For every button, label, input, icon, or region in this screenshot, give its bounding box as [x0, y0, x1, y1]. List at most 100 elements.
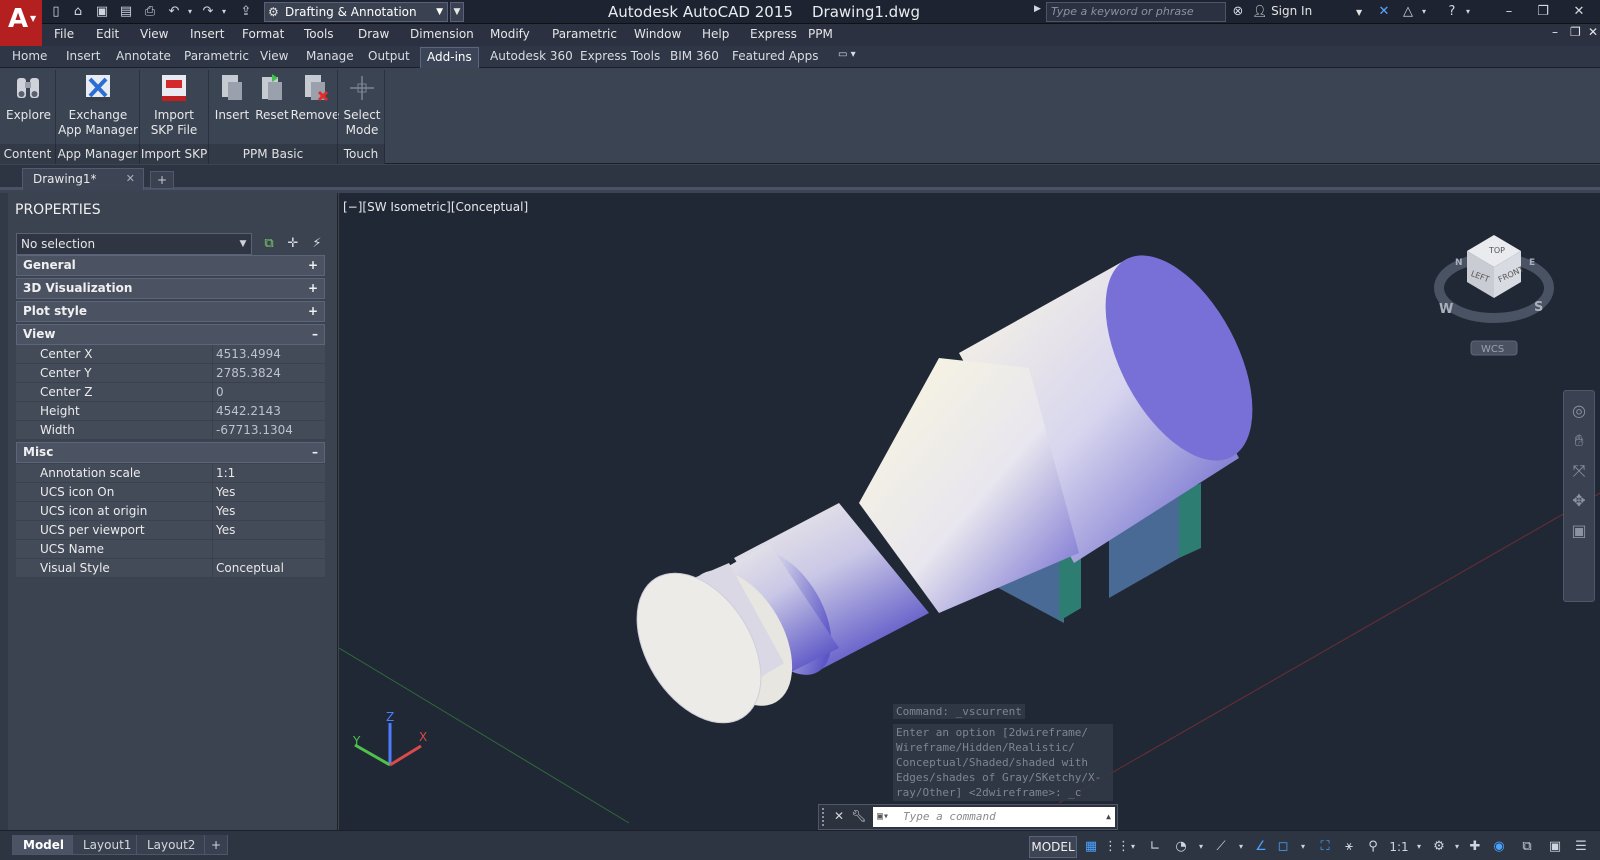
menu-ppm[interactable]: PPM: [808, 27, 833, 41]
compass-s[interactable]: S: [1534, 300, 1543, 315]
chevron-down-icon[interactable]: ▾: [1416, 4, 1432, 20]
compass-w[interactable]: W: [1439, 302, 1453, 317]
recent-commands-icon[interactable]: ▣▾: [877, 807, 889, 827]
annotation-visibility-icon[interactable]: ⛶: [1316, 838, 1334, 856]
minimize-icon[interactable]: –: [1494, 2, 1524, 22]
wcs-label[interactable]: WCS: [1481, 344, 1504, 355]
layout-tab-model[interactable]: Model: [12, 835, 76, 855]
binoculars-icon[interactable]: ⊗: [1230, 4, 1246, 20]
menu-format[interactable]: Format: [242, 27, 284, 41]
quick-select-icon[interactable]: ⚡︎: [308, 235, 326, 253]
exchange-icon[interactable]: ✕: [1376, 4, 1392, 20]
search-expand-icon[interactable]: ▶: [1034, 4, 1041, 14]
auto-scale-icon[interactable]: ⚹: [1340, 838, 1358, 856]
workspace-gear-icon[interactable]: ⚙: [1430, 838, 1448, 856]
menu-draw[interactable]: Draw: [358, 27, 389, 41]
palette-title-strip[interactable]: [0, 193, 8, 830]
save-as-icon[interactable]: ▤: [118, 4, 134, 20]
help-icon[interactable]: ?: [1444, 4, 1460, 20]
import-skp-button[interactable]: Import SKP File: [144, 72, 204, 138]
annotation-monitor-icon[interactable]: ✚: [1466, 838, 1484, 856]
menu-modify[interactable]: Modify: [490, 27, 530, 41]
history-up-icon[interactable]: ▲: [1106, 807, 1111, 827]
command-line-grip[interactable]: [822, 808, 826, 826]
prop-row-ucs-per-viewport[interactable]: UCS per viewport Yes: [16, 521, 325, 540]
polar-icon[interactable]: ◔: [1172, 838, 1190, 856]
tab-annotate[interactable]: Annotate: [116, 49, 171, 63]
doc-minimize-icon[interactable]: –: [1552, 25, 1558, 39]
plot-icon[interactable]: ⎙: [142, 4, 158, 20]
save-icon[interactable]: ▣: [94, 4, 110, 20]
close-icon[interactable]: ✕: [126, 169, 135, 189]
open-icon[interactable]: ⌂: [70, 4, 86, 20]
ppm-remove-button[interactable]: Remove: [290, 72, 340, 123]
pan-icon[interactable]: ✋︎: [1569, 431, 1589, 451]
hardware-acceleration-icon[interactable]: ⧉: [1518, 838, 1536, 856]
search-input[interactable]: Type a keyword or phrase: [1046, 2, 1226, 22]
menu-tools[interactable]: Tools: [304, 27, 334, 41]
prop-row-ucs-icon-on[interactable]: UCS icon On Yes: [16, 483, 325, 502]
steering-wheel-icon[interactable]: ◎: [1569, 401, 1589, 421]
orbit-icon[interactable]: ✥: [1569, 491, 1589, 511]
doc-close-icon[interactable]: ✕: [1588, 25, 1598, 39]
category-general[interactable]: General +: [16, 255, 325, 276]
doc-restore-icon[interactable]: ❐: [1570, 25, 1581, 39]
tab-parametric[interactable]: Parametric: [184, 49, 249, 63]
category-plot-style[interactable]: Plot style +: [16, 301, 325, 322]
layout-tab-layout1[interactable]: Layout1: [72, 835, 143, 855]
compass-e[interactable]: E: [1529, 258, 1535, 268]
tab-home[interactable]: Home: [12, 49, 47, 63]
snap-icon[interactable]: ⋮⋮: [1104, 838, 1130, 856]
exchange-app-manager-button[interactable]: Exchange App Manager: [58, 72, 138, 138]
select-mode-button[interactable]: Select Mode: [340, 72, 384, 138]
toggle-pickadd-icon[interactable]: ⧉: [260, 235, 278, 253]
redo-dropdown-icon[interactable]: ▾: [216, 4, 232, 20]
ppm-reset-button[interactable]: Reset: [250, 72, 294, 123]
prop-row-center-x[interactable]: Center X 4513.4994: [16, 345, 325, 364]
prop-row-height[interactable]: Height 4542.2143: [16, 402, 325, 421]
workspace-dropdown[interactable]: ⚙ Drafting & Annotation ▼: [264, 2, 448, 22]
prop-row-width[interactable]: Width -67713.1304: [16, 421, 325, 440]
tab-insert[interactable]: Insert: [66, 49, 100, 63]
tab-add-ins[interactable]: Add-ins: [420, 47, 479, 68]
sign-in-button[interactable]: 👤︎ Sign In ▼: [1252, 4, 1362, 18]
tab-output[interactable]: Output: [368, 49, 410, 63]
viewcube-top[interactable]: TOP: [1488, 246, 1505, 255]
zoom-extents-icon[interactable]: ⤧: [1569, 461, 1589, 481]
model-space-button[interactable]: MODEL: [1029, 836, 1077, 858]
undo-dropdown-icon[interactable]: ▾: [182, 4, 198, 20]
customize-wrench-icon[interactable]: 🔧︎: [851, 809, 867, 823]
compass-n[interactable]: N: [1455, 258, 1463, 268]
annotation-scale-icon[interactable]: ⚲: [1364, 838, 1382, 856]
ribbon-minimize-icon[interactable]: ▭ ▾: [838, 49, 856, 60]
file-tab-drawing1[interactable]: Drawing1* ✕: [22, 168, 144, 190]
menu-express[interactable]: Express: [750, 27, 797, 41]
tab-autodesk-360[interactable]: Autodesk 360: [490, 49, 573, 63]
viewport-controls-label[interactable]: [−][SW Isometric][Conceptual]: [343, 200, 528, 214]
menu-window[interactable]: Window: [634, 27, 681, 41]
tab-express-tools[interactable]: Express Tools: [580, 49, 660, 63]
prop-row-center-z[interactable]: Center Z 0: [16, 383, 325, 402]
clean-screen-icon[interactable]: ▣: [1546, 838, 1564, 856]
tab-view[interactable]: View: [260, 49, 288, 63]
new-icon[interactable]: ▯: [48, 4, 64, 20]
prop-row-ucs-name[interactable]: UCS Name: [16, 540, 325, 559]
menu-dimension[interactable]: Dimension: [410, 27, 474, 41]
isolate-objects-icon[interactable]: ◉: [1490, 838, 1508, 856]
tab-bim-360[interactable]: BIM 360: [670, 49, 719, 63]
annotation-scale-value[interactable]: 1:1: [1386, 838, 1412, 856]
tab-manage[interactable]: Manage: [306, 49, 354, 63]
add-layout-button[interactable]: +: [204, 835, 229, 855]
prop-row-center-y[interactable]: Center Y 2785.3824: [16, 364, 325, 383]
chevron-down-icon[interactable]: ▾: [1192, 838, 1210, 856]
menu-insert[interactable]: Insert: [190, 27, 224, 41]
showmotion-icon[interactable]: ▣: [1569, 521, 1589, 541]
close-icon[interactable]: ✕: [831, 809, 847, 823]
chevron-down-icon[interactable]: ▾: [1294, 838, 1312, 856]
category-3d-visualization[interactable]: 3D Visualization +: [16, 278, 325, 299]
new-file-tab-button[interactable]: +: [150, 171, 174, 189]
redo-icon[interactable]: ↷: [200, 4, 216, 20]
chevron-down-icon[interactable]: ▾: [1232, 838, 1250, 856]
prop-row-ucs-icon-at-origin[interactable]: UCS icon at origin Yes: [16, 502, 325, 521]
layout-tab-layout2[interactable]: Layout2: [136, 835, 207, 855]
